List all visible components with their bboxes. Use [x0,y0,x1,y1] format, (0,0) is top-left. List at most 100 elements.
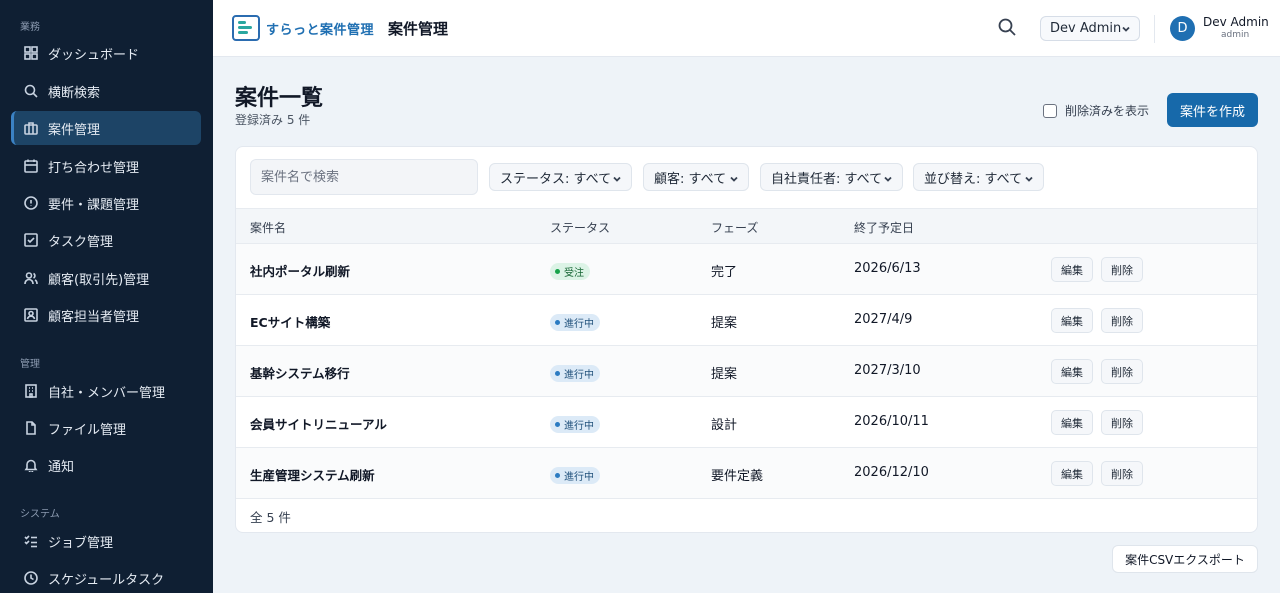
sidebar-item-files[interactable]: ファイル管理 [11,411,201,445]
status-badge: 受注 [550,263,590,280]
total-count: 全 5 件 [250,510,291,525]
table-row[interactable]: 社内ポータル刷新 受注 完了 2026/6/13 編集 削除 [236,244,1257,295]
csv-export-button[interactable]: 案件CSVエクスポート [1112,545,1258,573]
tenant-select-value: Dev Admin [1050,21,1122,36]
sidebar-item-jobs[interactable]: ジョブ管理 [11,524,201,558]
sidebar-item-members[interactable]: 自社・メンバー管理 [11,374,201,408]
show-deleted-label: 削除済みを表示 [1065,104,1150,118]
create-project-button[interactable]: 案件を作成 [1167,93,1258,127]
sidebar-item-dashboard[interactable]: ダッシュボード [11,36,201,70]
table-row[interactable]: 基幹システム移行 進行中 提案 2027/3/10 編集 削除 [236,346,1257,397]
sidebar-item-label: 自社・メンバー管理 [48,385,166,401]
tenant-select[interactable]: Dev Admin [1040,16,1140,41]
file-icon [24,421,38,435]
clock-icon [24,571,38,585]
sidebar-item-label: 通知 [48,459,75,475]
edit-button[interactable]: 編集 [1051,410,1093,435]
chevron-down-icon [729,173,739,183]
chevron-down-icon [883,173,893,183]
sidebar: 業務 ダッシュボード 横断検索 案件管理 打ち合わせ管理 要件・課題管理 タスク… [0,0,213,593]
status-filter[interactable]: ステータス: すべて [489,163,632,191]
search-icon [24,84,38,98]
sidebar-item-requirements[interactable]: 要件・課題管理 [11,186,201,220]
avatar[interactable]: D [1170,16,1195,41]
page-title: 案件一覧 [235,86,324,111]
delete-button[interactable]: 削除 [1101,461,1143,486]
sidebar-item-scheduled-tasks[interactable]: スケジュールタスク [11,561,201,593]
customer-filter-label: 顧客: すべて [654,171,727,187]
sidebar-item-customer-contacts[interactable]: 顧客担当者管理 [11,298,201,332]
edit-button[interactable]: 編集 [1051,257,1093,282]
column-header-phase[interactable]: フェーズ [711,219,758,236]
table-row[interactable]: 会員サイトリニューアル 進行中 設計 2026/10/11 編集 削除 [236,397,1257,448]
project-name[interactable]: 生産管理システム刷新 [250,465,375,484]
project-end-date: 2027/3/10 [854,363,921,378]
customer-filter[interactable]: 顧客: すべて [643,163,749,191]
owner-filter[interactable]: 自社責任者: すべて [760,163,903,191]
sidebar-item-label: 横断検索 [48,85,101,101]
project-name[interactable]: 基幹システム移行 [250,363,350,382]
project-phase: 設計 [711,418,738,433]
column-header-name[interactable]: 案件名 [250,219,286,236]
sidebar-section-admin: 管理 [20,359,40,370]
column-header-status[interactable]: ステータス [550,219,610,236]
status-badge: 進行中 [550,365,600,382]
project-name[interactable]: ECサイト構築 [250,312,330,331]
delete-button[interactable]: 削除 [1101,257,1143,282]
table-row[interactable]: 生産管理システム刷新 進行中 要件定義 2026/12/10 編集 削除 [236,448,1257,499]
edit-button[interactable]: 編集 [1051,308,1093,333]
project-end-date: 2026/12/10 [854,465,929,480]
sidebar-item-tasks[interactable]: タスク管理 [11,223,201,257]
project-phase: 完了 [711,265,738,280]
sidebar-item-notifications[interactable]: 通知 [11,448,201,482]
column-header-end-date[interactable]: 終了予定日 [854,219,914,236]
project-end-date: 2026/10/11 [854,414,929,429]
app-logo-icon [232,15,260,41]
header-title: 案件管理 [388,20,449,38]
show-deleted-checkbox[interactable] [1043,103,1057,118]
sidebar-item-customers[interactable]: 顧客(取引先)管理 [11,261,201,295]
table-header: 案件名 ステータス フェーズ 終了予定日 [236,208,1257,244]
sidebar-item-projects[interactable]: 案件管理 [11,111,201,145]
search-icon [998,18,1016,36]
project-name[interactable]: 会員サイトリニューアル [250,414,387,433]
delete-button[interactable]: 削除 [1101,308,1143,333]
briefcase-icon [24,121,38,135]
sidebar-item-meetings[interactable]: 打ち合わせ管理 [11,149,201,183]
project-name[interactable]: 社内ポータル刷新 [250,261,350,280]
sidebar-item-label: タスク管理 [48,234,114,250]
project-list-card: ステータス: すべて 顧客: すべて 自社責任者: すべて 並び替え: すべて … [235,146,1258,533]
chevron-down-icon [1024,173,1034,183]
header-search-button[interactable] [997,17,1019,39]
user-role: admin [1221,30,1250,40]
sidebar-item-label: 要件・課題管理 [48,197,140,213]
edit-button[interactable]: 編集 [1051,461,1093,486]
app-logo-text[interactable]: すらっと案件管理 [266,19,374,38]
sidebar-item-label: ダッシュボード [48,47,140,63]
status-badge: 進行中 [550,314,600,331]
sidebar-item-label: ジョブ管理 [48,535,114,551]
sidebar-section-business: 業務 [20,22,40,33]
sidebar-item-label: 顧客担当者管理 [48,309,140,325]
status-badge: 進行中 [550,467,600,484]
project-phase: 要件定義 [711,469,764,484]
show-deleted-toggle[interactable]: 削除済みを表示 [1043,102,1149,119]
sidebar-item-label: ファイル管理 [48,422,127,438]
sidebar-item-label: スケジュールタスク [48,572,165,588]
status-filter-label: ステータス: すべて [500,171,612,187]
header-divider [1154,15,1155,43]
delete-button[interactable]: 削除 [1101,410,1143,435]
project-phase: 提案 [711,316,738,331]
checkbox-icon [24,233,38,247]
alert-circle-icon [24,196,38,210]
bell-icon [24,458,38,472]
table-row[interactable]: ECサイト構築 進行中 提案 2027/4/9 編集 削除 [236,295,1257,346]
delete-button[interactable]: 削除 [1101,359,1143,384]
sidebar-item-label: 案件管理 [48,122,101,138]
status-badge: 進行中 [550,416,600,433]
dashboard-icon [24,46,38,60]
sidebar-item-cross-search[interactable]: 横断検索 [11,74,201,108]
project-search-input[interactable] [250,159,478,195]
edit-button[interactable]: 編集 [1051,359,1093,384]
sort-filter[interactable]: 並び替え: すべて [913,163,1044,191]
